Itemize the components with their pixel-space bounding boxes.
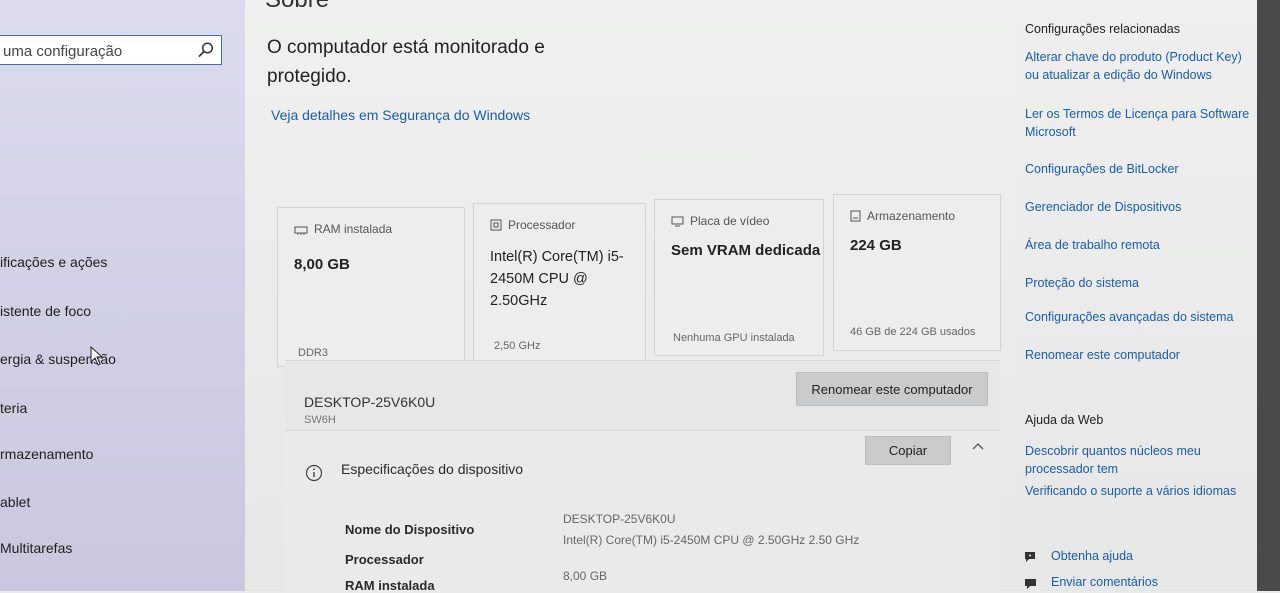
cpu-cores-help-link[interactable]: Descobrir quantos núcleos meu processado… [1025, 442, 1253, 478]
graphics-status: Nenhuma GPU instalada [673, 332, 795, 344]
search-input[interactable] [1, 40, 195, 62]
storage-card-header: Armazenamento [850, 209, 955, 223]
send-feedback-link[interactable]: Enviar comentários [1051, 573, 1251, 591]
feedback-icon [1025, 579, 1036, 589]
device-specs-title: Especificações do dispositivo [341, 461, 524, 477]
ram-value: 8,00 GB [294, 256, 350, 273]
main-content: Sobre O computador está monitorado e pro… [245, 0, 1015, 593]
device-specs-panel: Especificações do dispositivo Copiar Nom… [285, 430, 1000, 593]
display-icon [671, 216, 684, 227]
info-icon [305, 464, 323, 482]
spec-value-device-name: DESKTOP-25V6K0U [563, 512, 676, 526]
graphics-label: Placa de vídeo [690, 214, 770, 228]
change-product-key-link[interactable]: Alterar chave do produto (Product Key) o… [1025, 48, 1253, 84]
remote-desktop-link[interactable]: Área de trabalho remota [1025, 236, 1253, 254]
copy-button[interactable]: Copiar [865, 436, 951, 465]
sidebar-item-focus-assist[interactable]: istente de foco [0, 303, 91, 319]
storage-usage: 46 GB de 224 GB usados [850, 326, 976, 338]
storage-card: Armazenamento 224 GB 46 GB de 224 GB usa… [833, 194, 1001, 351]
processor-card-header: Processador [490, 218, 575, 232]
web-help-title: Ajuda da Web [1025, 413, 1104, 427]
sidebar-item-tablet[interactable]: ablet [0, 494, 30, 510]
related-settings-title: Configurações relacionadas [1025, 22, 1180, 36]
graphics-card: Placa de vídeo Sem VRAM dedicada Nenhuma… [654, 199, 824, 356]
memory-icon [294, 226, 308, 235]
screen-edge [1257, 0, 1280, 591]
advanced-system-settings-link[interactable]: Configurações avançadas do sistema [1025, 308, 1253, 326]
spec-label-device-name: Nome do Dispositivo [345, 522, 475, 537]
device-name-row: DESKTOP-25V6K0U SW6H Renomear este compu… [285, 360, 1000, 431]
storage-value: 224 GB [850, 237, 902, 254]
sidebar-item-multitasking[interactable]: Multitarefas [0, 540, 72, 556]
sidebar-item-storage[interactable]: rmazenamento [0, 446, 93, 462]
spec-value-processor: Intel(R) Core(TM) i5-2450M CPU @ 2.50GHz… [563, 533, 860, 547]
ram-type: DDR3 [298, 347, 328, 359]
device-model: SW6H [304, 414, 336, 426]
processor-icon [490, 219, 502, 231]
related-settings-panel: Configurações relacionadas Alterar chave… [1015, 0, 1257, 591]
protection-status: O computador está monitorado e protegido… [267, 37, 545, 87]
language-support-help-link[interactable]: Verificando o suporte a vários idiomas [1025, 482, 1253, 500]
spec-label-processor: Processador [345, 552, 424, 567]
graphics-card-header: Placa de vídeo [671, 214, 769, 228]
rename-computer-link[interactable]: Renomear este computador [1025, 346, 1253, 364]
windows-security-link[interactable]: Veja detalhes em Segurança do Windows [271, 107, 530, 123]
search-icon[interactable] [197, 41, 215, 59]
get-help-link[interactable]: Obtenha ajuda [1051, 547, 1251, 565]
mouse-cursor-icon [90, 346, 104, 366]
page-title: Sobre [265, 0, 329, 14]
license-terms-link[interactable]: Ler os Termos de Licença para Software M… [1025, 105, 1253, 141]
storage-label: Armazenamento [867, 209, 956, 223]
device-name: DESKTOP-25V6K0U [304, 394, 436, 410]
processor-label: Processador [508, 218, 576, 232]
rename-computer-button[interactable]: Renomear este computador [796, 372, 988, 406]
chevron-up-icon[interactable] [971, 441, 985, 451]
drive-icon [850, 210, 861, 222]
processor-speed: 2,50 GHz [494, 340, 541, 352]
sidebar-item-notifications[interactable]: ificações e ações [0, 254, 107, 270]
system-protection-link[interactable]: Proteção do sistema [1025, 274, 1253, 292]
ram-label: RAM instalada [314, 222, 393, 236]
get-help-icon [1025, 552, 1035, 562]
graphics-value: Sem VRAM dedicada [671, 242, 821, 259]
processor-value: Intel(R) Core(TM) i5-2450M CPU @ 2.50GHz [490, 249, 624, 309]
device-manager-link[interactable]: Gerenciador de Dispositivos [1025, 198, 1253, 216]
ram-card: RAM instalada 8,00 GB DDR3 [277, 207, 465, 367]
ram-card-header: RAM instalada [294, 222, 392, 236]
spec-value-ram: 8,00 GB [563, 569, 608, 583]
search-box[interactable] [0, 35, 222, 65]
sidebar: ificações e ações istente de foco ergia … [0, 0, 245, 591]
sidebar-item-battery[interactable]: teria [0, 400, 27, 416]
bitlocker-link[interactable]: Configurações de BitLocker [1025, 160, 1253, 178]
processor-card: Processador Intel(R) Core(TM) i5-2450M C… [473, 203, 646, 363]
